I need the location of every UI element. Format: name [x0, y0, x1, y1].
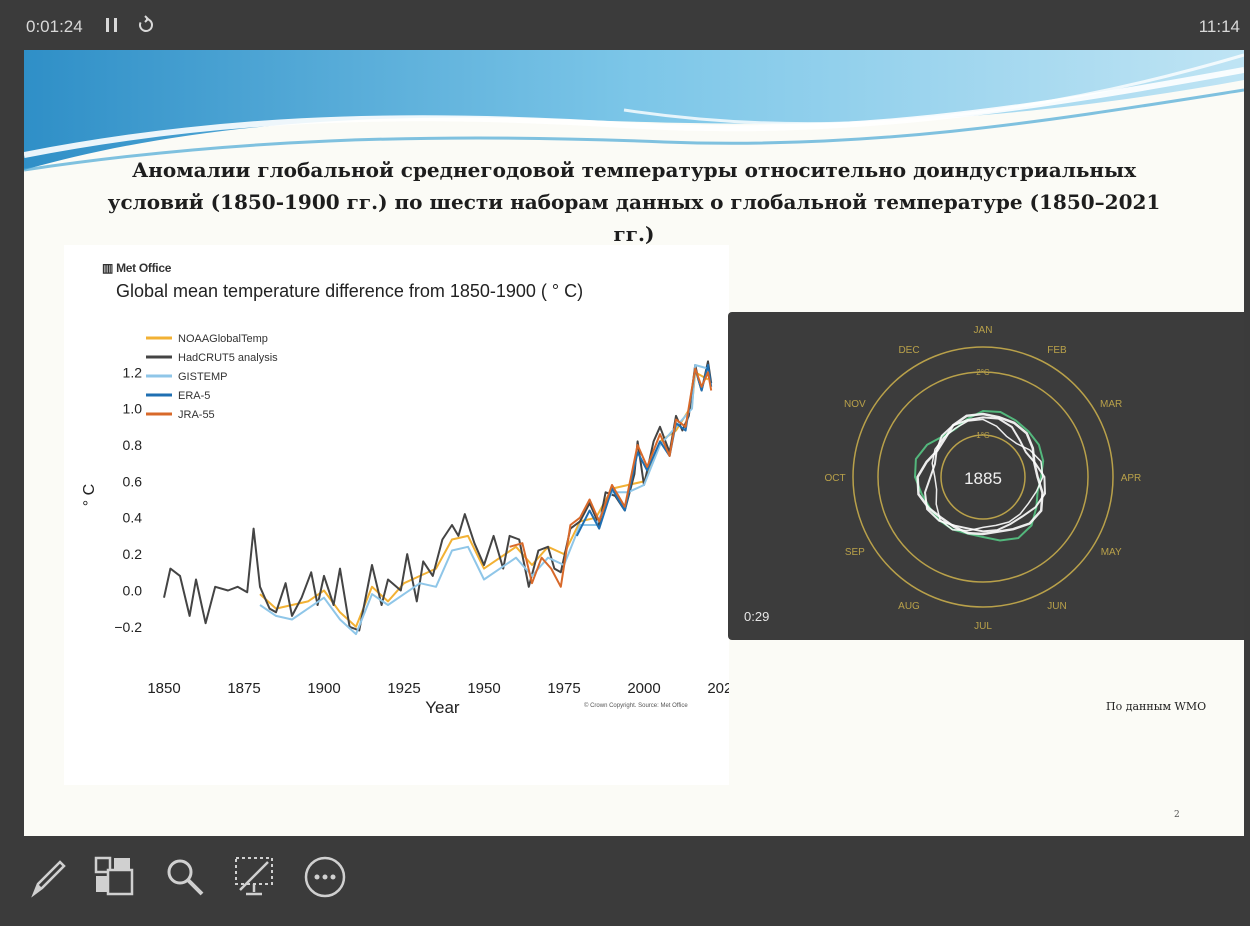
y-tick-label: −0.2 [114, 619, 142, 635]
x-tick-label: 1950 [467, 680, 500, 697]
slide: Аномалии глобальной среднегодовой темпер… [24, 50, 1244, 836]
ring-label-2c: 2°C [976, 368, 990, 377]
spiral-year: 1885 [964, 469, 1002, 488]
clock: 11:14 [1198, 17, 1240, 36]
y-tick-label: 1.0 [123, 401, 143, 417]
y-axis-label: ° C [81, 484, 98, 506]
month-label: JAN [974, 325, 993, 336]
x-tick-label: 1975 [547, 680, 580, 697]
slide-title-line-2: условий (1850-1900 гг.) по шести наборам… [107, 190, 1161, 246]
more-options-icon[interactable] [302, 854, 348, 900]
month-label: APR [1121, 473, 1142, 484]
slides-grid-icon[interactable] [92, 854, 138, 900]
temperature-chart-panel: ▥ Met Office Global mean temperature dif… [64, 245, 729, 785]
month-label: NOV [844, 399, 866, 410]
source-note: По данным WMO [1106, 700, 1207, 713]
pause-icon[interactable] [104, 14, 122, 36]
zoom-icon[interactable] [162, 854, 208, 900]
month-label: MAR [1100, 399, 1122, 410]
presenter-top-bar: 0:01:24 11:14 [0, 0, 1250, 50]
y-tick-label: 0.0 [123, 582, 143, 598]
y-tick-label: 0.2 [123, 546, 143, 562]
month-label: JUL [974, 621, 992, 632]
series-line-jra-55 [509, 367, 713, 588]
climate-spiral-video[interactable]: JAN FEB MAR APR MAY JUN JUL AUG SEP OCT NOV DEC 1°C 2… [728, 312, 1244, 640]
series-line-hadcrut5-analysis [163, 360, 713, 632]
y-tick-label: 0.4 [123, 510, 143, 526]
month-label: SEP [845, 547, 865, 558]
presenter-toolbar [0, 836, 1250, 926]
x-tick-label: 2025 [707, 680, 729, 697]
page-number: 2 [1174, 810, 1180, 820]
screen-icon[interactable] [232, 854, 278, 900]
legend-label: JRA-55 [178, 409, 215, 421]
x-tick-label: 1875 [227, 680, 260, 697]
legend-label: ERA-5 [178, 390, 210, 402]
pen-icon[interactable] [26, 854, 72, 900]
legend-label: GISTEMP [178, 371, 228, 383]
chart-credit: © Crown Copyright. Source: Met Office [584, 703, 688, 709]
legend-label: HadCRUT5 analysis [178, 352, 278, 364]
month-label: AUG [898, 601, 920, 612]
ring-label-1c: 1°C [976, 431, 990, 440]
slide-title: Аномалии глобальной среднегодовой темпер… [84, 154, 1184, 250]
climate-spiral: JAN FEB MAR APR MAY JUN JUL AUG SEP OCT NOV DEC 1°C 2… [824, 325, 1142, 632]
y-tick-label: 0.8 [123, 437, 143, 453]
y-tick-label: 0.6 [123, 473, 143, 489]
month-label: OCT [824, 473, 845, 484]
x-tick-label: 2000 [627, 680, 660, 697]
x-tick-label: 1900 [307, 680, 340, 697]
elapsed-timer: 0:01:24 [26, 17, 83, 36]
x-tick-label: 1925 [387, 680, 420, 697]
legend-label: NOAAGlobalTemp [178, 333, 268, 345]
month-label: MAY [1101, 547, 1122, 558]
month-label: JUN [1047, 601, 1066, 612]
slide-title-line-1: Аномалии глобальной среднегодовой темпер… [131, 158, 1136, 182]
video-time: 0:29 [744, 609, 770, 624]
month-label: DEC [898, 345, 919, 356]
x-axis-label: Year [425, 698, 460, 717]
month-label: FEB [1047, 345, 1067, 356]
x-tick-label: 1850 [147, 680, 180, 697]
y-tick-label: 1.2 [123, 364, 143, 380]
restart-icon[interactable] [136, 15, 156, 35]
